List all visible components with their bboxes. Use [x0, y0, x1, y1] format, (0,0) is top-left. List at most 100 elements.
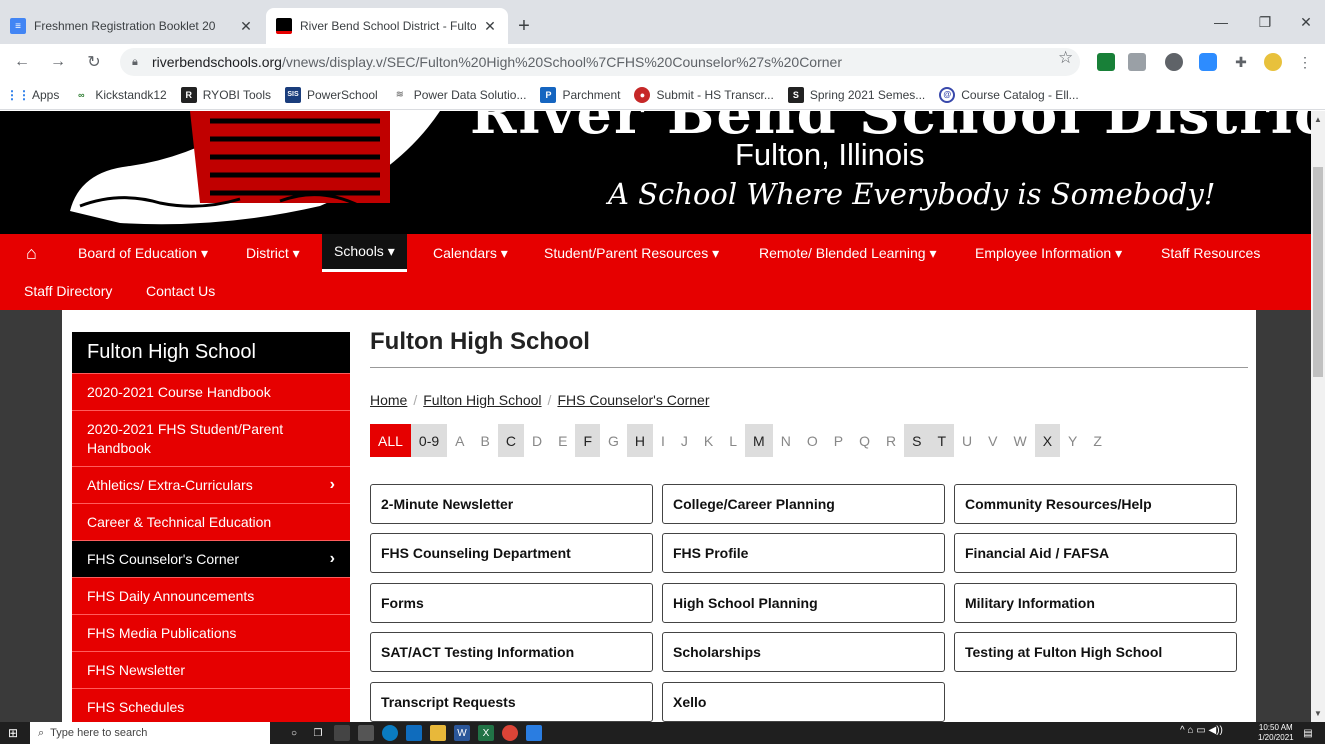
scroll-up-icon[interactable]: ▲ — [1314, 115, 1322, 124]
scroll-down-icon[interactable]: ▼ — [1314, 709, 1322, 718]
sidebar-item-athletics[interactable]: Athletics/ Extra-Curriculars › — [72, 466, 350, 503]
letter-filter-f[interactable]: F — [575, 424, 600, 457]
tab-river-bend[interactable]: River Bend School District - Fulto ✕ — [266, 8, 508, 44]
link-counseling-department[interactable]: FHS Counseling Department — [370, 533, 653, 573]
edge-icon[interactable] — [382, 725, 398, 741]
nav-remote-blended-learning[interactable]: Remote/ Blended Learning ▾ — [747, 234, 948, 272]
cortana-icon[interactable]: ○ — [286, 725, 302, 741]
link-fhs-profile[interactable]: FHS Profile — [662, 533, 945, 573]
breadcrumb-home[interactable]: Home — [370, 392, 407, 408]
window-close-icon[interactable]: ✕ — [1290, 8, 1322, 36]
letter-filter-all[interactable]: ALL — [370, 424, 411, 457]
sidebar-item-schedules[interactable]: FHS Schedules — [72, 688, 350, 722]
link-high-school-planning[interactable]: High School Planning — [662, 583, 945, 623]
tab-strip: ≡ Freshmen Registration Booklet 20 ✕ Riv… — [0, 0, 1325, 44]
bookmark-spring-semester[interactable]: S Spring 2021 Semes... — [787, 86, 925, 103]
letter-filter-m[interactable]: M — [745, 424, 773, 457]
letter-filter-x[interactable]: X — [1034, 424, 1061, 457]
bookmark-parchment[interactable]: P Parchment — [540, 86, 620, 103]
link-testing-at-fhs[interactable]: Testing at Fulton High School — [954, 632, 1237, 672]
mail-icon[interactable] — [406, 725, 422, 741]
bookmark-label: Course Catalog - Ell... — [961, 87, 1079, 102]
close-icon[interactable]: ✕ — [238, 18, 254, 34]
sidebar-item-student-parent-handbook[interactable]: 2020-2021 FHS Student/Parent Handbook — [72, 410, 350, 466]
address-bar[interactable]: 🔒︎ riverbendschools.org/vnews/display.v/… — [120, 48, 1080, 76]
store-icon[interactable] — [358, 725, 374, 741]
letter-filter-u: U — [962, 432, 973, 449]
bookmark-powerschool[interactable]: SIS PowerSchool — [285, 86, 378, 103]
nav-staff-resources[interactable]: Staff Resources — [1149, 234, 1272, 272]
letter-filter-t[interactable]: T — [929, 424, 954, 457]
link-financial-aid[interactable]: Financial Aid / FAFSA — [954, 533, 1237, 573]
bookmark-apps[interactable]: ⋮⋮ Apps — [6, 87, 59, 103]
sidebar-item-course-handbook[interactable]: 2020-2021 Course Handbook — [72, 373, 350, 410]
link-scholarships[interactable]: Scholarships — [662, 632, 945, 672]
app-icon-2[interactable] — [526, 725, 542, 741]
puzzle-icon[interactable]: ✚ — [1232, 53, 1250, 71]
nav-district[interactable]: District ▾ — [234, 234, 312, 272]
taskbar-search[interactable]: ⌕ Type here to search — [30, 722, 270, 744]
close-icon[interactable]: ✕ — [482, 18, 498, 34]
link-forms[interactable]: Forms — [370, 583, 653, 623]
menu-icon[interactable]: ⋮ — [1296, 53, 1314, 71]
bookmark-course-catalog[interactable]: @ Course Catalog - Ell... — [939, 86, 1079, 103]
extension-zoom-icon[interactable] — [1199, 53, 1217, 71]
file-explorer-icon[interactable] — [430, 725, 446, 741]
system-tray-icons[interactable]: ^ ⌂ ▭ ◀)) — [1180, 725, 1223, 736]
app-icon-1[interactable] — [334, 725, 350, 741]
bookmark-ryobi[interactable]: R RYOBI Tools — [180, 86, 271, 103]
extension-cast-icon[interactable] — [1128, 53, 1146, 71]
tab-freshmen-booklet[interactable]: ≡ Freshmen Registration Booklet 20 ✕ — [0, 8, 264, 44]
breadcrumb-counselors-corner[interactable]: FHS Counselor's Corner — [557, 392, 709, 408]
nav-calendars[interactable]: Calendars ▾ — [421, 234, 520, 272]
extension-lp-icon[interactable] — [1165, 53, 1183, 71]
link-2-minute-newsletter[interactable]: 2-Minute Newsletter — [370, 484, 653, 524]
profile-avatar[interactable] — [1264, 53, 1282, 71]
link-military-information[interactable]: Military Information — [954, 583, 1237, 623]
tab-title: River Bend School District - Fulto — [300, 19, 476, 33]
sidebar-item-newsletter[interactable]: FHS Newsletter — [72, 651, 350, 688]
windows-start-icon[interactable]: ⊞ — [8, 726, 18, 740]
link-transcript-requests[interactable]: Transcript Requests — [370, 682, 653, 722]
home-icon: ⌂ — [26, 242, 37, 263]
link-xello[interactable]: Xello — [662, 682, 945, 722]
letter-filter-c[interactable]: C — [497, 424, 524, 457]
letter-filter-s[interactable]: S — [904, 424, 930, 457]
sidebar-item-career-technical[interactable]: Career & Technical Education — [72, 503, 350, 540]
nav-contact-us[interactable]: Contact Us — [134, 272, 227, 310]
restore-icon[interactable]: ❐ — [1249, 8, 1281, 36]
excel-icon[interactable]: X — [478, 725, 494, 741]
reload-icon[interactable]: ↻ — [82, 50, 106, 74]
word-icon[interactable]: W — [454, 725, 470, 741]
nav-student-parent-resources[interactable]: Student/Parent Resources ▾ — [532, 234, 731, 272]
chrome-icon[interactable] — [502, 725, 518, 741]
home-link[interactable]: ⌂ — [14, 234, 49, 272]
bookmark-submit-transcript[interactable]: ● Submit - HS Transcr... — [634, 86, 774, 103]
forward-icon[interactable]: → — [46, 50, 70, 74]
scroll-thumb[interactable] — [1313, 167, 1323, 377]
nav-schools[interactable]: Schools ▾ — [322, 234, 407, 272]
task-view-icon[interactable]: ❒ — [310, 725, 326, 741]
back-icon[interactable]: ← — [10, 50, 34, 74]
extension-green-icon[interactable] — [1097, 53, 1115, 71]
taskbar-clock[interactable]: 10:50 AM 1/20/2021 — [1258, 723, 1294, 743]
minimize-icon[interactable]: — — [1205, 8, 1237, 36]
sidebar-item-daily-announcements[interactable]: FHS Daily Announcements — [72, 577, 350, 614]
nav-staff-directory[interactable]: Staff Directory — [12, 272, 124, 310]
link-sat-act-testing[interactable]: SAT/ACT Testing Information — [370, 632, 653, 672]
nav-employee-information[interactable]: Employee Information ▾ — [963, 234, 1134, 272]
letter-filter-0-9[interactable]: 0-9 — [410, 424, 448, 457]
bookmark-kickstand[interactable]: ∞ Kickstandk12 — [73, 87, 167, 103]
new-tab-button[interactable]: + — [512, 14, 536, 38]
link-college-career-planning[interactable]: College/Career Planning — [662, 484, 945, 524]
sidebar-item-counselors-corner[interactable]: FHS Counselor's Corner › — [72, 540, 350, 577]
bookmark-power-data[interactable]: ≋ Power Data Solutio... — [392, 87, 527, 103]
notifications-icon[interactable]: ▤ — [1300, 725, 1316, 741]
nav-board-of-education[interactable]: Board of Education ▾ — [66, 234, 220, 272]
letter-filter-h[interactable]: H — [626, 424, 654, 457]
page-scrollbar[interactable]: ▲ ▼ — [1311, 111, 1325, 722]
sidebar-item-media-publications[interactable]: FHS Media Publications — [72, 614, 350, 651]
link-community-resources[interactable]: Community Resources/Help — [954, 484, 1237, 524]
breadcrumb-fulton-high-school[interactable]: Fulton High School — [423, 392, 541, 408]
bookmark-star-icon[interactable]: ☆ — [1058, 48, 1073, 68]
